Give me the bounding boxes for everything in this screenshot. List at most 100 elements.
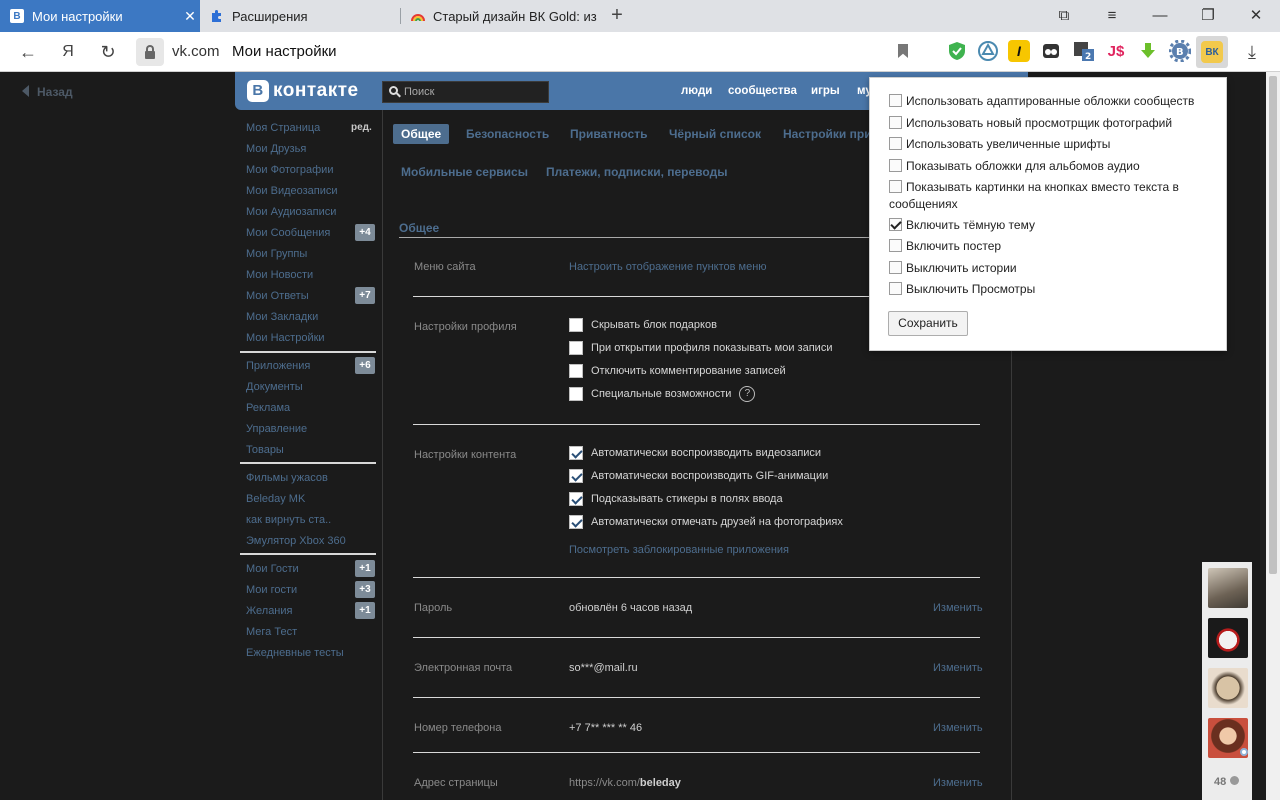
option-sticker-hints[interactable]: Подсказывать стикеры в полях ввода xyxy=(569,492,783,506)
search-input[interactable]: Поиск xyxy=(382,81,549,103)
menu-item-goods[interactable]: Товары xyxy=(246,444,284,456)
tab-vk-settings[interactable]: В Мои настройки ✕ xyxy=(0,0,200,32)
menu-item-app-xbox[interactable]: Эмулятор Xbox 360 xyxy=(246,535,346,547)
checkbox[interactable] xyxy=(889,159,902,172)
gear-extension-icon[interactable]: B xyxy=(1169,40,1191,62)
checkbox-checked[interactable] xyxy=(569,446,583,460)
checkbox[interactable] xyxy=(889,282,902,295)
checkbox[interactable] xyxy=(889,137,902,150)
checkbox[interactable] xyxy=(889,94,902,107)
menu-item-guests[interactable]: Мои Гости xyxy=(246,563,299,575)
menu-item-apps[interactable]: Приложения xyxy=(246,360,310,372)
new-tab-button[interactable]: + xyxy=(606,4,628,28)
tab-mobile-services[interactable]: Мобильные сервисы xyxy=(401,165,528,179)
tab-security[interactable]: Безопасность xyxy=(466,127,549,141)
bookmark-icon[interactable] xyxy=(898,44,908,58)
nav-communities[interactable]: сообщества xyxy=(728,85,797,97)
menu-item-photos[interactable]: Мои Фотографии xyxy=(246,164,333,176)
close-icon[interactable]: ✕ xyxy=(180,8,200,25)
checkbox[interactable] xyxy=(569,341,583,355)
popup-option-button-images[interactable]: Показывать картинки на кнопках вместо те… xyxy=(889,179,1209,213)
checkbox[interactable] xyxy=(889,261,902,274)
checkbox-checked[interactable] xyxy=(889,218,902,231)
popup-option-large-fonts[interactable]: Использовать увеличенные шрифты xyxy=(889,136,1209,153)
option-show-my-posts[interactable]: При открытии профиля показывать мои запи… xyxy=(569,341,832,355)
menu-item-answers[interactable]: Мои Ответы xyxy=(246,290,309,302)
window-close-icon[interactable]: ✕ xyxy=(1244,4,1268,28)
change-email-link[interactable]: Изменить xyxy=(933,662,983,674)
checkbox[interactable] xyxy=(889,116,902,129)
popup-option-audio-covers[interactable]: Показывать обложки для альбомов аудио xyxy=(889,158,1209,175)
menu-item-friends[interactable]: Мои Друзья xyxy=(246,143,306,155)
help-icon[interactable]: ? xyxy=(739,386,756,402)
nav-people[interactable]: люди xyxy=(681,85,712,97)
tab-app-settings[interactable]: Настройки при xyxy=(783,127,872,141)
popup-option-photo-viewer[interactable]: Использовать новый просмотрщик фотографи… xyxy=(889,115,1209,132)
back-link[interactable]: Назад xyxy=(22,85,73,99)
option-accessibility[interactable]: Специальные возможности? xyxy=(569,386,756,402)
menu-item-messages[interactable]: Мои Сообщения xyxy=(246,227,330,239)
adguard-shield-icon[interactable] xyxy=(946,40,968,62)
download-icon[interactable]: ⤓ xyxy=(1240,40,1264,64)
checkbox-checked[interactable] xyxy=(569,515,583,529)
menu-item-app-horror[interactable]: Фильмы ужасов xyxy=(246,472,328,484)
download-extension-icon[interactable] xyxy=(1137,40,1159,62)
tab-payments[interactable]: Платежи, подписки, переводы xyxy=(546,165,727,179)
change-address-link[interactable]: Изменить xyxy=(933,777,983,789)
tab-general[interactable]: Общее xyxy=(393,124,450,144)
i-extension-icon[interactable]: I xyxy=(1008,40,1030,62)
popup-option-community-covers[interactable]: Использовать адаптированные обложки сооб… xyxy=(889,93,1209,110)
tab-blacklist[interactable]: Чёрный список xyxy=(669,127,761,141)
lock-icon[interactable] xyxy=(136,38,164,66)
translate-extension-icon[interactable]: 2 xyxy=(1073,40,1095,62)
vk-gold-extension-icon[interactable]: ВК xyxy=(1201,41,1223,63)
menu-item-mega-test[interactable]: Мега Тест xyxy=(246,626,297,638)
menu-item-daily-tests[interactable]: Ежедневные тесты xyxy=(246,647,344,659)
checkbox-checked[interactable] xyxy=(569,469,583,483)
menu-item-videos[interactable]: Мои Видеозаписи xyxy=(246,185,338,197)
menu-item-manage[interactable]: Управление xyxy=(246,423,307,435)
menu-item-bookmarks[interactable]: Мои Закладки xyxy=(246,311,318,323)
glasses-extension-icon[interactable] xyxy=(1040,40,1062,62)
reload-icon[interactable]: ↻ xyxy=(96,40,120,64)
triangle-extension-icon[interactable] xyxy=(977,40,999,62)
checkbox[interactable] xyxy=(569,318,583,332)
tab-extensions[interactable]: Расширения xyxy=(200,0,400,32)
tab-privacy[interactable]: Приватность xyxy=(570,127,647,141)
menu-item-documents[interactable]: Документы xyxy=(246,381,303,393)
js-extension-icon[interactable]: J$ xyxy=(1105,40,1127,62)
popup-option-dark-theme[interactable]: Включить тёмную тему xyxy=(889,217,1209,234)
configure-menu-link[interactable]: Настроить отображение пунктов меню xyxy=(569,261,767,273)
option-disable-comments[interactable]: Отключить комментирование записей xyxy=(569,364,786,378)
option-hide-gifts[interactable]: Скрывать блок подарков xyxy=(569,318,717,332)
page-scrollbar[interactable] xyxy=(1266,72,1280,800)
menu-item-groups[interactable]: Мои Группы xyxy=(246,248,307,260)
avatar[interactable] xyxy=(1208,568,1248,608)
change-phone-link[interactable]: Изменить xyxy=(933,722,983,734)
menu-edit-link[interactable]: ред. xyxy=(351,122,372,133)
tab-vk-gold[interactable]: Старый дизайн ВК Gold: из xyxy=(401,0,601,32)
option-autoplay-video[interactable]: Автоматически воспроизводить видеозаписи xyxy=(569,446,821,460)
menu-item-wishes[interactable]: Желания xyxy=(246,605,293,617)
option-tag-friends[interactable]: Автоматически отмечать друзей на фотогра… xyxy=(569,515,843,529)
checkbox[interactable] xyxy=(569,364,583,378)
friends-count[interactable]: 48 xyxy=(1214,776,1240,788)
popup-option-disable-stories[interactable]: Выключить истории xyxy=(889,260,1209,277)
avatar[interactable] xyxy=(1208,668,1248,708)
menu-item-settings[interactable]: Мои Настройки xyxy=(246,332,325,344)
avatar[interactable] xyxy=(1208,618,1248,658)
change-password-link[interactable]: Изменить xyxy=(933,602,983,614)
checkbox[interactable] xyxy=(889,180,902,193)
blocked-apps-link[interactable]: Посмотреть заблокированные приложения xyxy=(569,544,789,556)
menu-item-app-beleday[interactable]: Beleday MK xyxy=(246,493,305,505)
save-button[interactable]: Сохранить xyxy=(888,311,968,336)
menu-item-news[interactable]: Мои Новости xyxy=(246,269,313,281)
back-arrow-icon[interactable]: ← xyxy=(16,40,40,64)
yandex-icon[interactable]: Я xyxy=(56,40,80,64)
popup-option-poster[interactable]: Включить постер xyxy=(889,238,1209,255)
bookmarks-icon[interactable]: ⧉ xyxy=(1052,4,1076,28)
menu-item-app-return[interactable]: как вирнуть ста.. xyxy=(246,514,331,526)
minimize-icon[interactable]: — xyxy=(1148,4,1172,28)
checkbox[interactable] xyxy=(569,387,583,401)
popup-option-disable-views[interactable]: Выключить Просмотры xyxy=(889,281,1209,298)
